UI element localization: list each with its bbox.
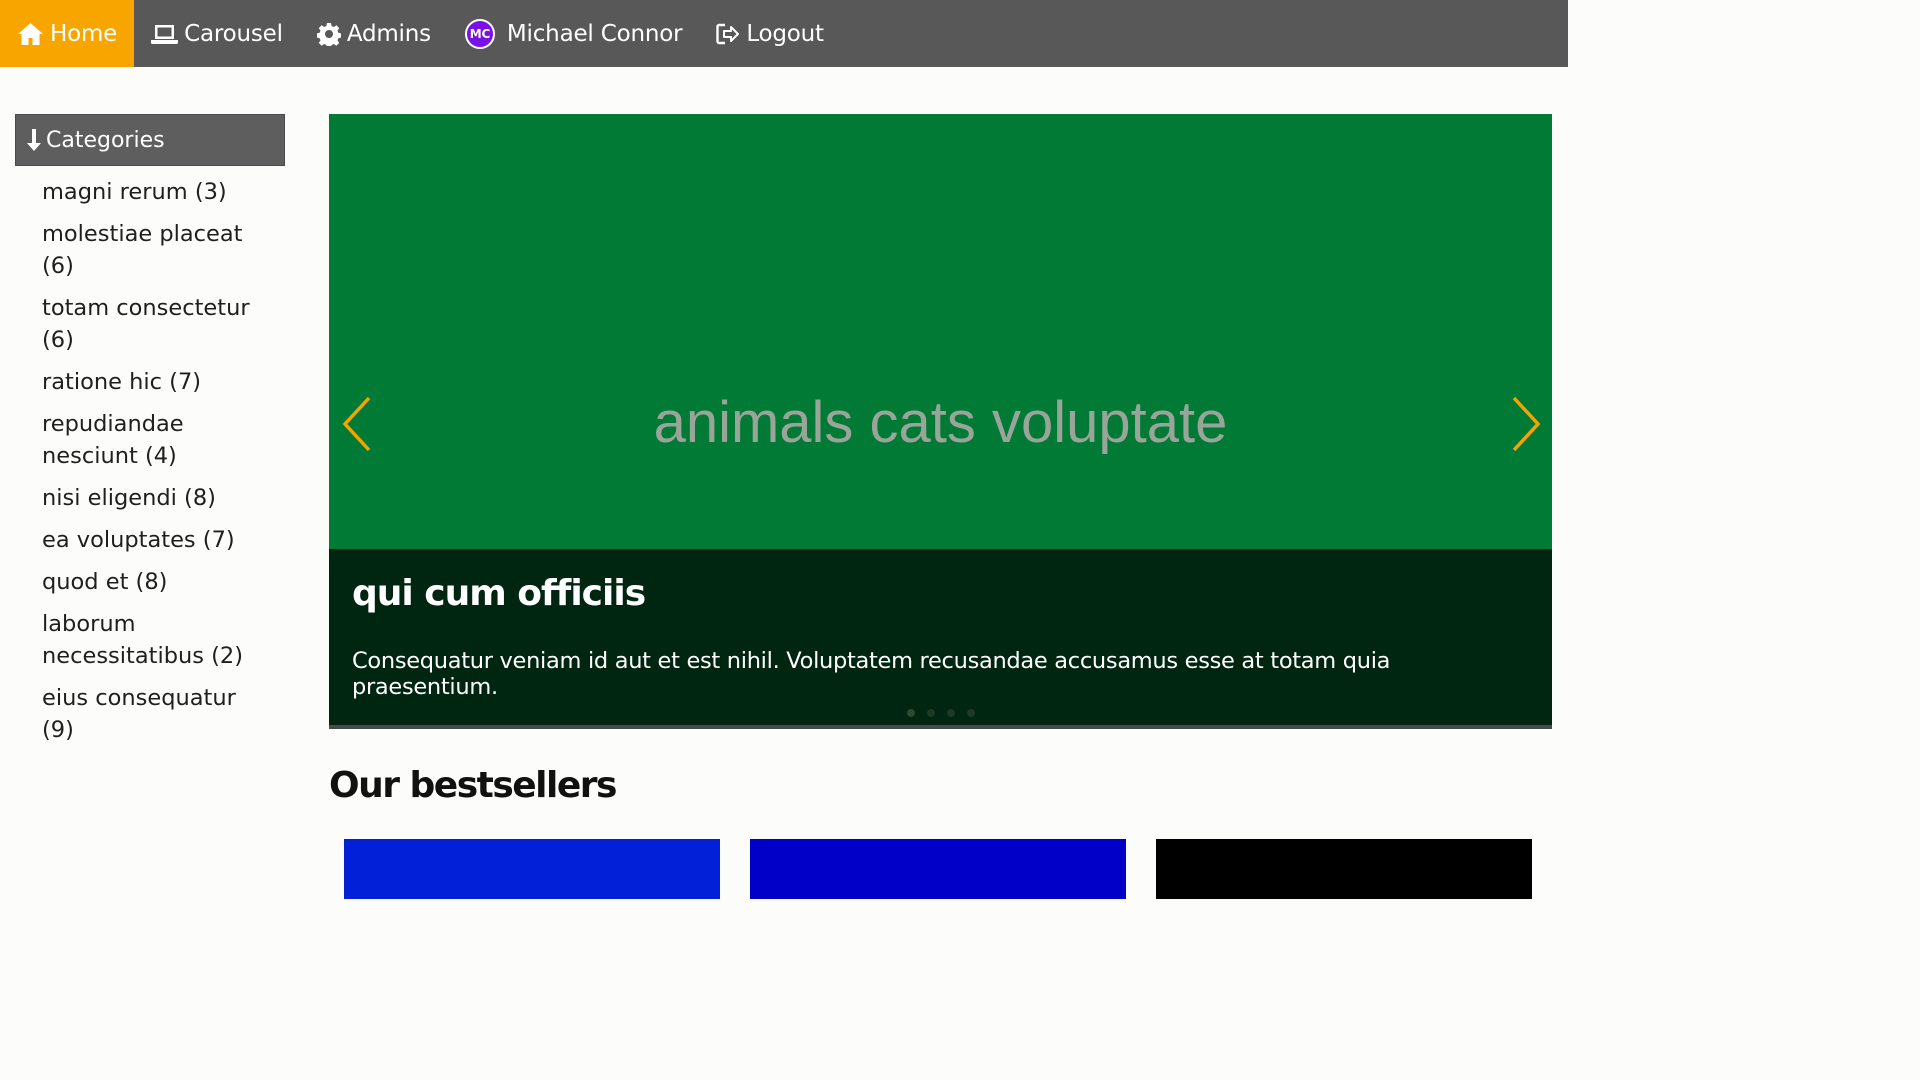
user-name: Michael Connor (506, 20, 683, 47)
top-navbar: Home Carousel Admins MC Michael Connor L… (0, 0, 1568, 67)
category-item[interactable]: repudiandae nesciunt (4) (42, 404, 272, 478)
arrow-down-icon (27, 129, 41, 151)
carousel-bottom-border (329, 725, 1552, 729)
category-item[interactable]: nisi eligendi (8) (42, 478, 272, 520)
carousel-indicator[interactable] (906, 709, 915, 717)
nav-home-label: Home (50, 20, 118, 47)
hero-carousel: animals cats voluptate qui cum officiis … (329, 114, 1552, 729)
category-item[interactable]: laborum necessitatibus (2) (42, 604, 272, 678)
carousel-prev-button[interactable] (339, 396, 379, 452)
category-item[interactable]: totam consectetur (6) (42, 288, 272, 362)
category-item[interactable]: molestiae placeat (6) (42, 214, 272, 288)
caption-title: qui cum officiis (352, 573, 646, 614)
categories-sidebar: Categories magni rerum (3) molestiae pla… (15, 114, 285, 752)
carousel-caption: qui cum officiis Consequatur veniam id a… (329, 549, 1552, 725)
categories-header[interactable]: Categories (15, 114, 285, 166)
carousel-indicator[interactable] (926, 709, 935, 717)
avatar: MC (464, 18, 495, 49)
nav-user-link[interactable]: MC Michael Connor (448, 0, 699, 67)
product-card-image[interactable] (344, 839, 720, 899)
category-item[interactable]: magni rerum (3) (42, 172, 272, 214)
nav-admins-link[interactable]: Admins (300, 0, 448, 67)
laptop-icon (151, 24, 179, 44)
nav-logout-label: Logout (746, 20, 824, 47)
nav-home-link[interactable]: Home (0, 0, 135, 67)
gear-icon (316, 22, 341, 46)
nav-admins-label: Admins (346, 20, 431, 47)
nav-carousel-link[interactable]: Carousel (134, 0, 300, 67)
categories-header-label: Categories (46, 127, 165, 153)
chevron-left-icon (342, 396, 371, 452)
caption-body: Consequatur veniam id aut et est nihil. … (352, 648, 1391, 700)
category-item[interactable]: eius consequatur (9) (42, 678, 272, 752)
home-icon (18, 22, 43, 45)
carousel-next-button[interactable] (1504, 396, 1544, 452)
slide-image-text: animals cats voluptate (653, 390, 1228, 455)
category-item[interactable]: quod et (8) (42, 562, 272, 604)
product-card-image[interactable] (750, 839, 1126, 899)
category-list: magni rerum (3) molestiae placeat (6) to… (15, 166, 285, 752)
logout-icon (716, 23, 740, 44)
chevron-right-icon (1512, 396, 1541, 452)
nav-logout-link[interactable]: Logout (699, 0, 841, 67)
carousel-indicator[interactable] (946, 709, 955, 717)
carousel-indicator[interactable] (966, 709, 975, 717)
category-item[interactable]: ratione hic (7) (42, 362, 272, 404)
carousel-indicators (329, 709, 1552, 717)
nav-carousel-label: Carousel (184, 20, 283, 47)
category-item[interactable]: ea voluptates (7) (42, 520, 272, 562)
product-card-image[interactable] (1156, 839, 1532, 899)
bestsellers-heading: Our bestsellers (329, 765, 617, 806)
